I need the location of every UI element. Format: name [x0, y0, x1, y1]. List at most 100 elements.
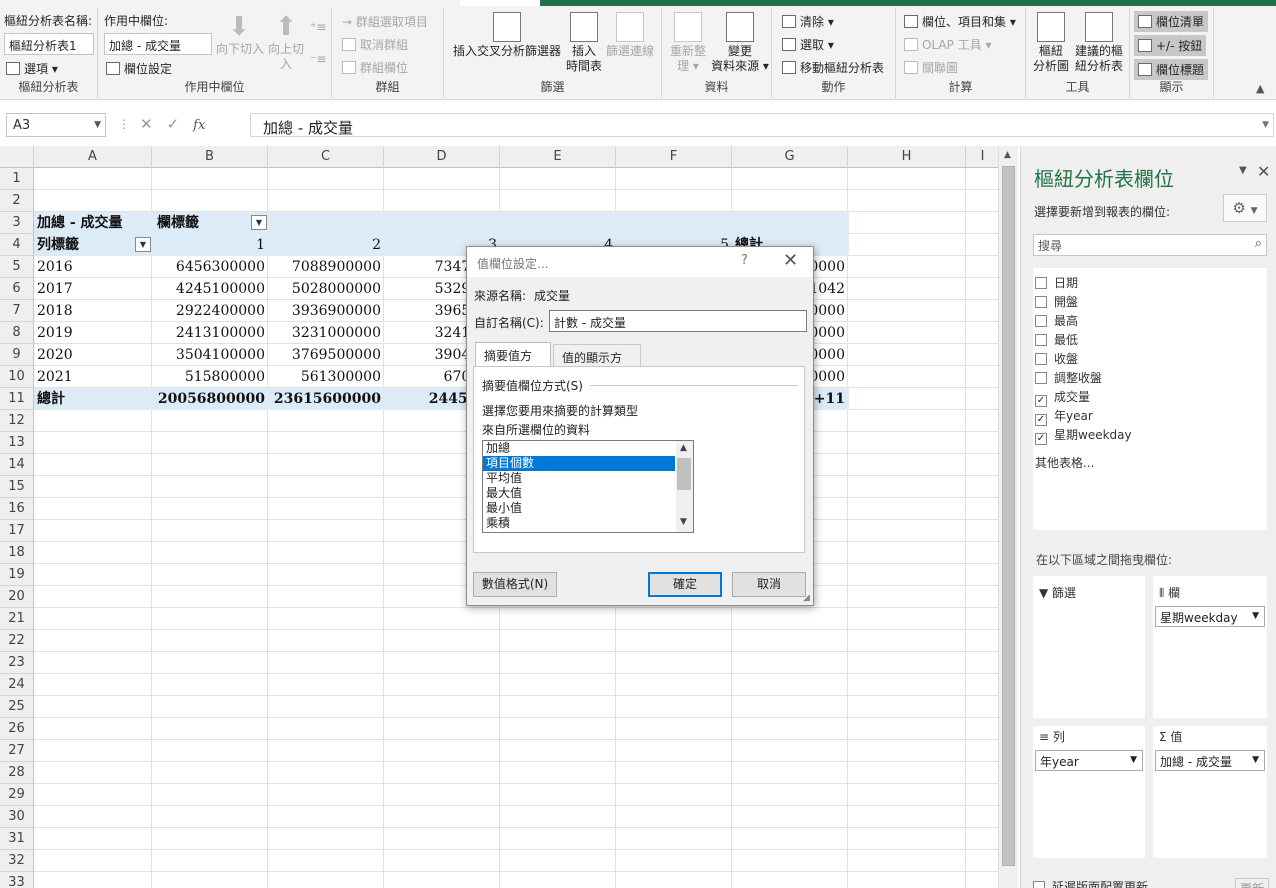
row-header-4[interactable]: 4 [0, 234, 34, 256]
field-item[interactable]: 日期 [1035, 274, 1078, 293]
field-checkbox[interactable] [1035, 296, 1047, 308]
active-field-input[interactable]: 加總 - 成交量 [104, 33, 212, 55]
row-header-33[interactable]: 33 [0, 872, 34, 888]
field-item[interactable]: 開盤 [1035, 293, 1078, 312]
pivot-grand-total-cell[interactable]: 20056800000 [152, 388, 268, 410]
row-header-28[interactable]: 28 [0, 762, 34, 784]
drill-up-button[interactable]: ⬆ 向上切入 [266, 12, 306, 72]
field-checkbox[interactable]: ✓ [1035, 414, 1047, 426]
insert-function-icon[interactable]: fx [193, 118, 205, 133]
group-field-button[interactable]: 群組欄位 [342, 59, 408, 76]
pivot-column-header[interactable]: 2 [268, 234, 384, 256]
field-item[interactable]: 收盤 [1035, 350, 1078, 369]
expand-field-icon[interactable]: ⁺≡ [310, 20, 326, 34]
row-header-12[interactable]: 12 [0, 410, 34, 432]
update-button[interactable]: 更新 [1235, 878, 1270, 888]
move-pivot-button[interactable]: 移動樞紐分析表 [782, 59, 884, 76]
olap-tools-button[interactable]: OLAP 工具 ▾ [904, 36, 992, 53]
pivot-value-cell[interactable]: 3504100000 [152, 344, 268, 366]
row-header-27[interactable]: 27 [0, 740, 34, 762]
pivot-name-input[interactable]: 樞紐分析表1 [4, 33, 94, 55]
change-source-button[interactable]: 變更 資料來源 ▾ [710, 12, 770, 74]
field-headers-toggle[interactable]: 欄位標題 [1134, 59, 1209, 80]
row-header-17[interactable]: 17 [0, 520, 34, 542]
function-option[interactable]: 乘積 [483, 516, 675, 531]
pivot-value-cell[interactable]: 6456300000 [152, 256, 268, 278]
relationships-button[interactable]: 關聯圖 [904, 59, 958, 76]
ungroup-button[interactable]: 取消群組 [342, 36, 408, 53]
row-header-10[interactable]: 10 [0, 366, 34, 388]
column-header-e[interactable]: E [500, 146, 616, 168]
field-checkbox[interactable] [1035, 353, 1047, 365]
row-header-5[interactable]: 5 [0, 256, 34, 278]
column-header-a[interactable]: A [34, 146, 152, 168]
row-header-31[interactable]: 31 [0, 828, 34, 850]
field-item[interactable]: 調整收盤 [1035, 369, 1102, 388]
row-header-16[interactable]: 16 [0, 498, 34, 520]
row-header-21[interactable]: 21 [0, 608, 34, 630]
values-area[interactable]: Σ 值 加總 - 成交量 ▼ [1153, 726, 1267, 858]
row-header-14[interactable]: 14 [0, 454, 34, 476]
column-header-d[interactable]: D [384, 146, 500, 168]
refresh-button[interactable]: 重新整 理 ▾ [666, 12, 710, 74]
column-header-h[interactable]: H [848, 146, 966, 168]
filter-connections-button[interactable]: 篩選連線 [604, 12, 656, 59]
row-header-3[interactable]: 3 [0, 212, 34, 234]
field-item[interactable]: ✓ 年year [1035, 407, 1093, 426]
row-header-22[interactable]: 22 [0, 630, 34, 652]
cancel-icon[interactable]: ✕ [140, 115, 167, 133]
field-checkbox[interactable] [1035, 372, 1047, 384]
pivot-value-cell[interactable]: 3769500000 [268, 344, 384, 366]
pivot-grand-total-cell[interactable]: 23615600000 [268, 388, 384, 410]
close-icon[interactable]: ✕ [783, 250, 798, 271]
row-header-24[interactable]: 24 [0, 674, 34, 696]
pivot-row-label[interactable]: 2016 [34, 256, 152, 278]
row-header-23[interactable]: 23 [0, 652, 34, 674]
column-header-i[interactable]: I [966, 146, 1000, 168]
scroll-up-icon[interactable]: ▲ [1004, 150, 1011, 160]
field-checkbox[interactable] [1035, 334, 1047, 346]
row-header-15[interactable]: 15 [0, 476, 34, 498]
function-listbox[interactable]: ▲ ▼ 加總 項目個數 平均值 最大值 最小值 乘積 [482, 440, 694, 533]
row-header-29[interactable]: 29 [0, 784, 34, 806]
expand-formula-icon[interactable]: ▼ [1262, 120, 1269, 130]
field-item[interactable]: ✓ 成交量 [1035, 388, 1090, 407]
resize-grip-icon[interactable]: ◢ [803, 593, 810, 603]
select-button[interactable]: 選取 ▾ [782, 36, 834, 53]
function-option[interactable]: 平均值 [483, 471, 675, 486]
function-option[interactable]: 最大值 [483, 486, 675, 501]
vertical-scrollbar[interactable]: ▲ [998, 146, 1018, 888]
fields-items-sets-button[interactable]: 欄位、項目和集 ▾ [904, 13, 1016, 30]
pivot-value-cell[interactable]: 4245100000 [152, 278, 268, 300]
enter-icon[interactable]: ✓ [167, 115, 194, 133]
row-header-19[interactable]: 19 [0, 564, 34, 586]
filters-area[interactable]: ▼ 篩選 [1033, 576, 1145, 718]
row-header-32[interactable]: 32 [0, 850, 34, 872]
pivot-value-cell[interactable]: 2413100000 [152, 322, 268, 344]
row-header-1[interactable]: 1 [0, 168, 34, 190]
pivot-title-cell[interactable]: 加總 - 成交量 [34, 212, 152, 234]
function-option[interactable]: 加總 [483, 441, 675, 456]
help-icon[interactable]: ? [741, 253, 748, 268]
pane-options-chevron-icon[interactable]: ▼ [1239, 165, 1247, 176]
field-item[interactable]: 最低 [1035, 331, 1078, 350]
tab-summarize-by[interactable]: 摘要值方式 [475, 342, 551, 380]
pivot-grand-total-label[interactable]: 總計 [34, 388, 152, 410]
field-search-input[interactable]: 搜尋 ⌕ [1033, 234, 1267, 256]
insert-slicer-button[interactable]: 插入交叉分析篩選器 [448, 12, 566, 59]
row-header-20[interactable]: 20 [0, 586, 34, 608]
pivot-column-header[interactable]: 1 [152, 234, 268, 256]
pivot-value-cell[interactable]: 3936900000 [268, 300, 384, 322]
row-header-25[interactable]: 25 [0, 696, 34, 718]
row-header-9[interactable]: 9 [0, 344, 34, 366]
field-checkbox[interactable]: ✓ [1035, 433, 1047, 445]
field-checkbox[interactable] [1035, 315, 1047, 327]
pivot-row-label[interactable]: 2021 [34, 366, 152, 388]
select-all-corner[interactable] [0, 146, 34, 168]
collapse-field-icon[interactable]: ⁻≡ [310, 52, 326, 66]
list-scroll-thumb[interactable] [677, 458, 691, 490]
pivot-value-cell[interactable]: 3231000000 [268, 322, 384, 344]
close-pane-icon[interactable]: ✕ [1257, 162, 1270, 181]
cancel-button[interactable]: 取消 [732, 572, 806, 597]
column-header-b[interactable]: B [152, 146, 268, 168]
